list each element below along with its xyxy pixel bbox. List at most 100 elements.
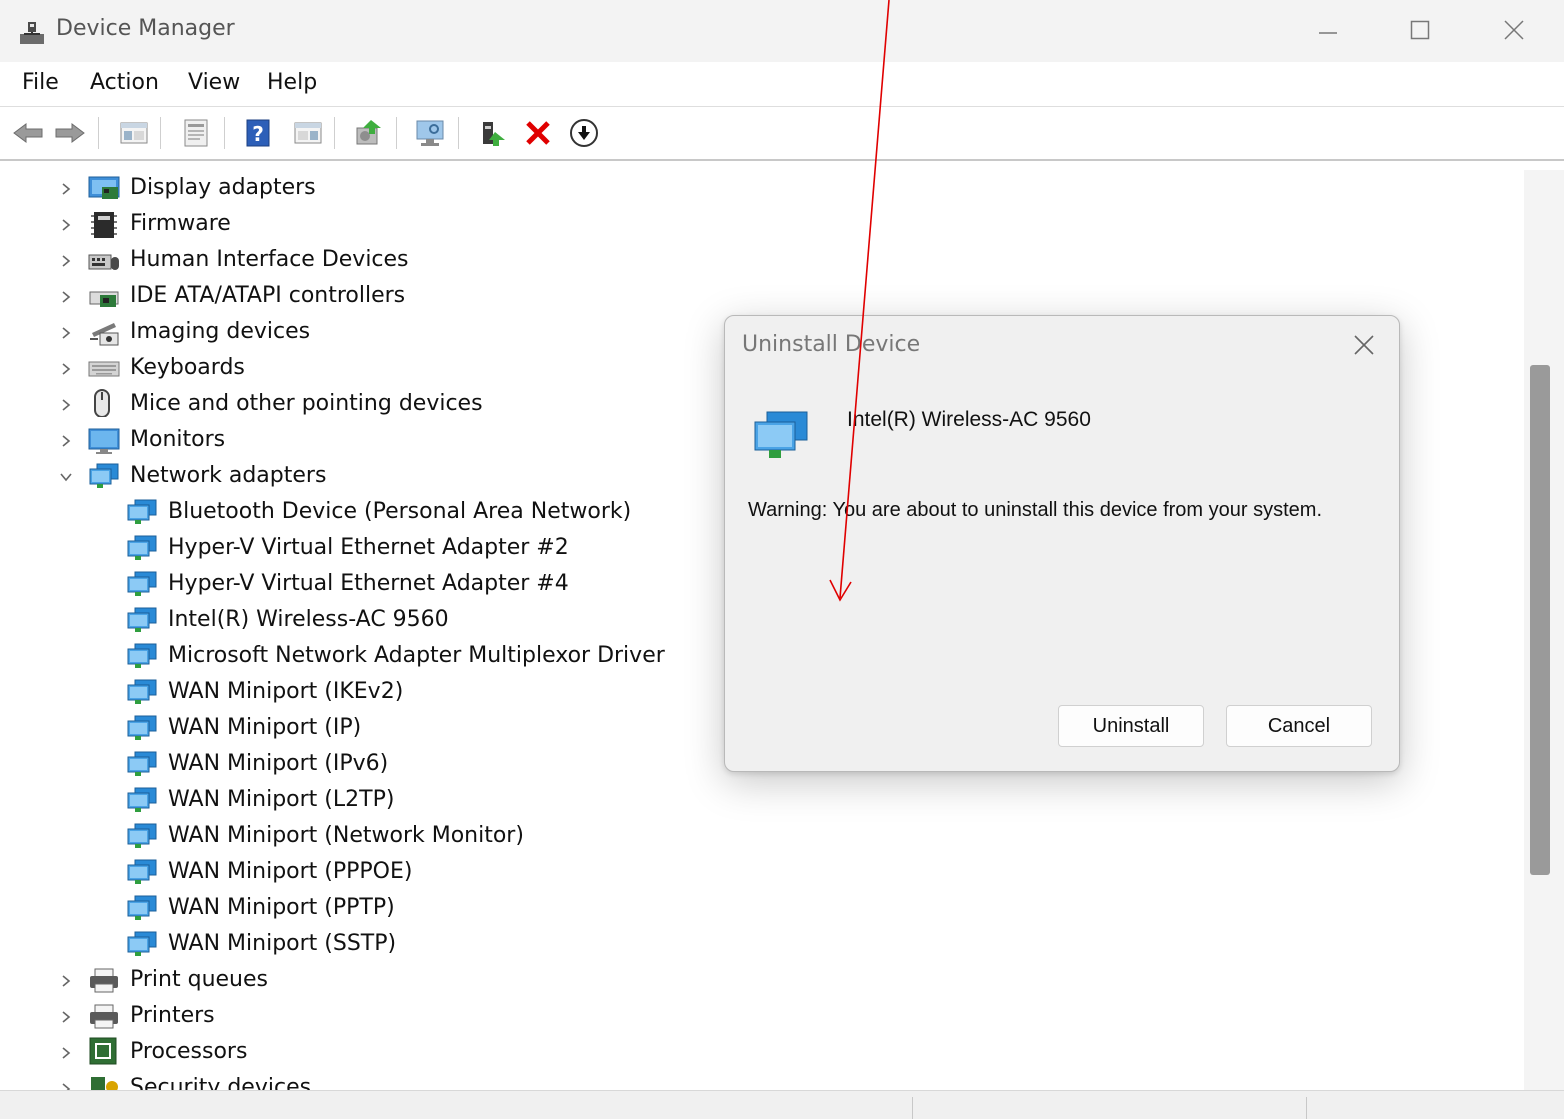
chevron-right-icon[interactable] (59, 1082, 73, 1090)
ide-controller-icon (89, 291, 119, 307)
tree-category-label: Processors (130, 1039, 248, 1064)
dialog-close-button[interactable] (1349, 330, 1379, 360)
scan-hardware-icon (416, 120, 444, 146)
properties-button[interactable] (180, 117, 212, 149)
tree-category-label: Print queues (130, 967, 268, 992)
tree-category-display-adapters[interactable]: Display adapters (0, 171, 700, 207)
scan-hardware-button[interactable] (414, 117, 446, 149)
tree-device-item[interactable]: WAN Miniport (L2TP) (0, 783, 700, 819)
maximize-icon (1410, 20, 1430, 40)
chevron-right-icon[interactable] (59, 218, 73, 232)
tree-category-print-queues[interactable]: Print queues (0, 963, 700, 999)
tree-category-security-devices[interactable]: Security devices (0, 1071, 700, 1090)
chevron-right-icon[interactable] (59, 290, 73, 304)
vertical-scrollbar[interactable] (1524, 170, 1564, 1090)
tree-category-imaging-devices[interactable]: Imaging devices (0, 315, 700, 351)
tree-category-monitors[interactable]: Monitors (0, 423, 700, 459)
tree-device-item[interactable]: WAN Miniport (IP) (0, 711, 700, 747)
minimize-button[interactable] (1306, 12, 1350, 48)
show-hide-console-tree-button[interactable] (118, 117, 150, 149)
hid-icon (88, 254, 119, 270)
chevron-down-icon[interactable] (59, 470, 73, 484)
network-adapter-icon (127, 895, 157, 920)
tree-device-label: WAN Miniport (L2TP) (168, 787, 395, 812)
tree-device-label: WAN Miniport (IP) (168, 715, 362, 740)
uninstall-button[interactable]: Uninstall (1058, 705, 1204, 747)
tree-device-label: Hyper-V Virtual Ethernet Adapter #4 (168, 571, 569, 596)
tree-device-item[interactable]: Hyper-V Virtual Ethernet Adapter #4 (0, 567, 700, 603)
tree-device-item[interactable]: Bluetooth Device (Personal Area Network) (0, 495, 700, 531)
close-icon (1354, 335, 1374, 355)
menu-help[interactable]: Help (267, 70, 317, 95)
status-bar (0, 1090, 1564, 1119)
maximize-button[interactable] (1398, 12, 1442, 48)
tree-category-mice[interactable]: Mice and other pointing devices (0, 387, 700, 423)
toolbar: ? (0, 107, 1564, 161)
menu-bar: File Action View Help (0, 62, 1564, 107)
close-button[interactable] (1492, 12, 1536, 48)
menu-file[interactable]: File (22, 70, 59, 95)
chevron-right-icon[interactable] (59, 1046, 73, 1060)
keyboard-icon (88, 361, 120, 377)
title-bar: Device Manager (0, 0, 1564, 62)
cancel-button[interactable]: Cancel (1226, 705, 1372, 747)
tree-category-keyboards[interactable]: Keyboards (0, 351, 700, 387)
tree-device-item[interactable]: WAN Miniport (Network Monitor) (0, 819, 700, 855)
tree-category-processors[interactable]: Processors (0, 1035, 700, 1071)
add-driver-button[interactable] (476, 117, 508, 149)
tree-category-firmware[interactable]: Firmware (0, 207, 700, 243)
chevron-right-icon[interactable] (59, 254, 73, 268)
security-device-icon (91, 1077, 118, 1090)
tree-category-network-adapters[interactable]: Network adapters (0, 459, 700, 495)
status-separator (1306, 1097, 1307, 1119)
tree-device-item[interactable]: WAN Miniport (IPv6) (0, 747, 700, 783)
dialog-title: Uninstall Device (742, 332, 921, 357)
tree-device-item[interactable]: Hyper-V Virtual Ethernet Adapter #2 (0, 531, 700, 567)
tree-device-label: WAN Miniport (Network Monitor) (168, 823, 524, 848)
show-hide-console-tree-icon (120, 122, 148, 144)
tree-device-item[interactable]: WAN Miniport (PPPOE) (0, 855, 700, 891)
uninstall-button[interactable] (522, 117, 554, 149)
network-adapter-icon (127, 679, 157, 704)
minimize-icon (1319, 32, 1337, 34)
tree-device-item[interactable]: Intel(R) Wireless-AC 9560 (0, 603, 700, 639)
chevron-right-icon[interactable] (59, 326, 73, 340)
tree-device-item[interactable]: WAN Miniport (SSTP) (0, 927, 700, 963)
tree-device-label: Bluetooth Device (Personal Area Network) (168, 499, 632, 524)
forward-button[interactable] (54, 117, 86, 149)
scrollbar-thumb[interactable] (1530, 365, 1550, 875)
update-driver-button[interactable] (352, 117, 384, 149)
menu-action[interactable]: Action (90, 70, 159, 95)
forward-arrow-icon (55, 123, 85, 143)
disable-button[interactable] (568, 117, 600, 149)
update-driver-icon (356, 120, 381, 145)
tree-device-item[interactable]: WAN Miniport (IKEv2) (0, 675, 700, 711)
back-button[interactable] (12, 117, 44, 149)
disable-icon (570, 119, 598, 147)
tree-category-hid[interactable]: Human Interface Devices (0, 243, 700, 279)
chevron-right-icon[interactable] (59, 1010, 73, 1024)
tree-device-item[interactable]: Microsoft Network Adapter Multiplexor Dr… (0, 639, 700, 675)
chevron-right-icon[interactable] (59, 362, 73, 376)
toolbar-separator (396, 117, 397, 149)
network-adapter-icon (127, 499, 157, 524)
help-button[interactable]: ? (242, 117, 274, 149)
toolbar-separator (334, 117, 335, 149)
menu-view[interactable]: View (188, 70, 240, 95)
add-driver-icon (483, 122, 505, 146)
toolbar-separator (160, 117, 161, 149)
chevron-right-icon[interactable] (59, 434, 73, 448)
tree-device-item[interactable]: WAN Miniport (PPTP) (0, 891, 700, 927)
network-adapter-icon (127, 535, 157, 560)
toolbar-separator (98, 117, 99, 149)
tree-category-printers[interactable]: Printers (0, 999, 700, 1035)
chevron-right-icon[interactable] (59, 398, 73, 412)
tree-device-label: Microsoft Network Adapter Multiplexor Dr… (168, 643, 665, 668)
chevron-right-icon[interactable] (59, 182, 73, 196)
chevron-right-icon[interactable] (59, 974, 73, 988)
back-arrow-icon (13, 123, 43, 143)
tree-category-label: Firmware (130, 211, 231, 236)
tree-category-ide-controllers[interactable]: IDE ATA/ATAPI controllers (0, 279, 700, 315)
tree-category-label: Mice and other pointing devices (130, 391, 483, 416)
action-pane-button[interactable] (292, 117, 324, 149)
